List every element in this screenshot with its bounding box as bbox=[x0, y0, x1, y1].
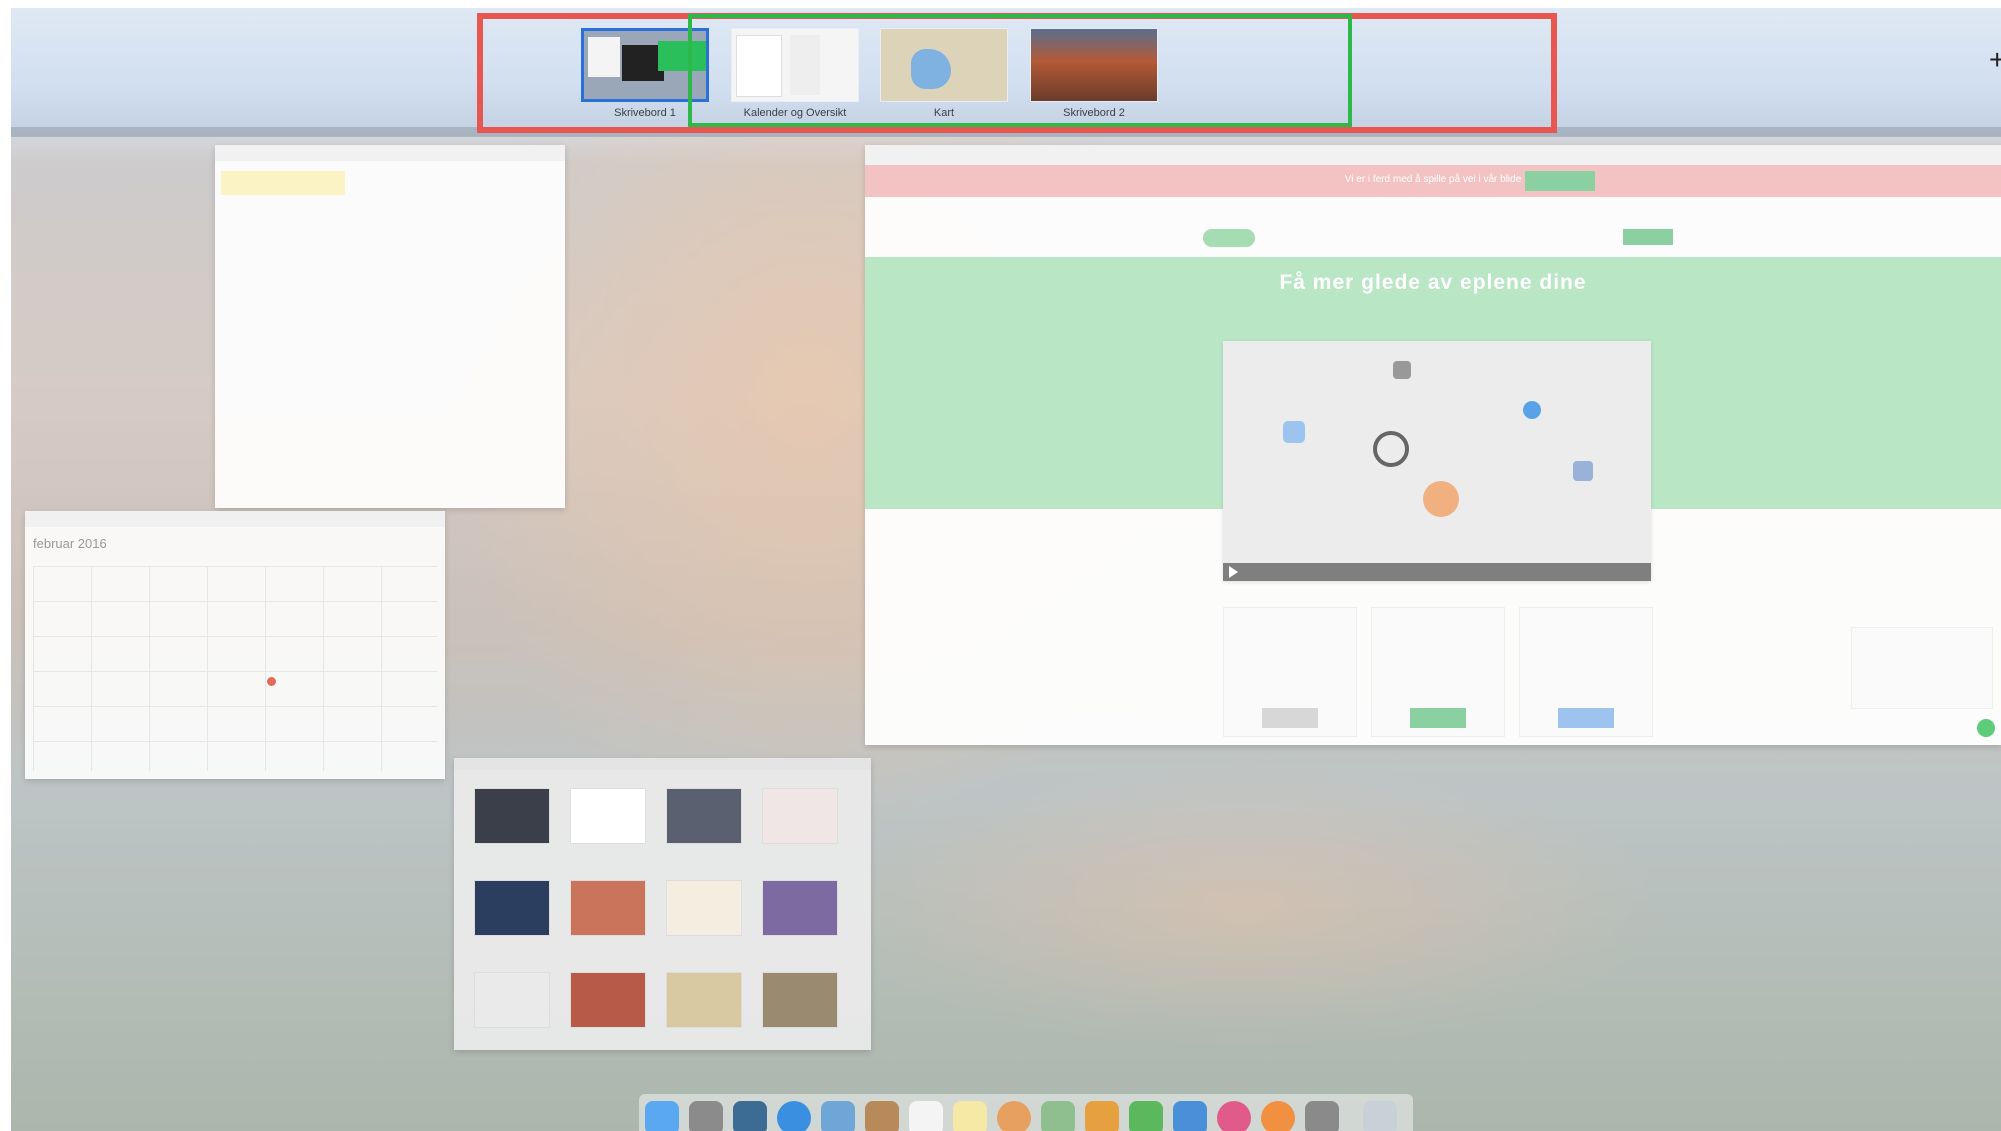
theme-tile[interactable] bbox=[762, 788, 838, 844]
system-preferences-icon[interactable] bbox=[1305, 1101, 1339, 1131]
hero-title: Få mer glede av eplene dine bbox=[1279, 271, 1587, 294]
camera-icon bbox=[1393, 361, 1411, 379]
sync-icon bbox=[1373, 431, 1409, 467]
spaces-highlight bbox=[688, 14, 1352, 127]
play-icon[interactable] bbox=[1229, 566, 1238, 578]
theme-tile[interactable] bbox=[666, 788, 742, 844]
maps-icon[interactable] bbox=[1041, 1101, 1075, 1131]
theme-tile[interactable] bbox=[474, 788, 550, 844]
finder-icon[interactable] bbox=[645, 1101, 679, 1131]
mascot-icon bbox=[1423, 481, 1459, 517]
theme-tile[interactable] bbox=[666, 972, 742, 1028]
card-button[interactable] bbox=[1410, 708, 1466, 728]
banner-button[interactable] bbox=[1525, 171, 1595, 191]
dock bbox=[639, 1094, 1413, 1131]
theme-tile[interactable] bbox=[474, 972, 550, 1028]
photos-icon[interactable] bbox=[997, 1101, 1031, 1131]
theme-tile[interactable] bbox=[474, 880, 550, 936]
calendar-icon[interactable] bbox=[909, 1101, 943, 1131]
add-space-button[interactable]: + bbox=[1989, 46, 2001, 74]
theme-tile[interactable] bbox=[570, 972, 646, 1028]
site-logo[interactable] bbox=[1203, 229, 1255, 247]
app-icon bbox=[1523, 401, 1541, 419]
calendar-grid bbox=[33, 566, 437, 771]
window-titlebar bbox=[454, 758, 871, 770]
note-item bbox=[221, 171, 345, 195]
numbers-icon[interactable] bbox=[1129, 1101, 1163, 1131]
theme-tile[interactable] bbox=[570, 880, 646, 936]
keynote-icon[interactable] bbox=[1173, 1101, 1207, 1131]
theme-tile[interactable] bbox=[762, 880, 838, 936]
keynote-theme-chooser-window[interactable] bbox=[454, 758, 871, 1050]
window-titlebar bbox=[25, 511, 445, 527]
video-controls[interactable] bbox=[1223, 563, 1651, 581]
mission-control: Skrivebord 1 Kalender og Oversikt Kart S… bbox=[11, 8, 2001, 1131]
mail-icon[interactable] bbox=[821, 1101, 855, 1131]
today-marker bbox=[267, 677, 276, 686]
trash-icon[interactable] bbox=[1363, 1101, 1397, 1131]
theme-tile[interactable] bbox=[666, 880, 742, 936]
mission-control-icon[interactable] bbox=[733, 1101, 767, 1131]
card-button[interactable] bbox=[1558, 708, 1614, 728]
safari-icon[interactable] bbox=[777, 1101, 811, 1131]
window-titlebar bbox=[215, 145, 565, 161]
notes-icon[interactable] bbox=[953, 1101, 987, 1131]
feature-card bbox=[1371, 607, 1505, 737]
card-button[interactable] bbox=[1262, 708, 1318, 728]
app-icon bbox=[1283, 421, 1305, 443]
calendar-window[interactable]: februar 2016 bbox=[25, 511, 445, 779]
chat-widget[interactable] bbox=[1851, 627, 1993, 709]
feature-card bbox=[1223, 607, 1357, 737]
calendar-month-title: februar 2016 bbox=[33, 536, 107, 551]
notes-window[interactable] bbox=[215, 145, 565, 508]
window-titlebar bbox=[865, 145, 2001, 165]
pages-icon[interactable] bbox=[1085, 1101, 1119, 1131]
app-icon bbox=[1573, 461, 1593, 481]
chat-bubble-icon[interactable] bbox=[1977, 719, 1995, 737]
theme-tile[interactable] bbox=[570, 788, 646, 844]
promo-banner-text: Vi er i ferd med å spille på vei i vår b… bbox=[1344, 174, 1522, 185]
launchpad-icon[interactable] bbox=[689, 1101, 723, 1131]
video-player[interactable] bbox=[1223, 341, 1651, 581]
ibooks-icon[interactable] bbox=[1261, 1101, 1295, 1131]
promo-banner: Vi er i ferd med å spille på vei i vår b… bbox=[865, 165, 2001, 197]
nav-cta-button[interactable] bbox=[1623, 229, 1673, 245]
feature-card bbox=[1519, 607, 1653, 737]
theme-tile[interactable] bbox=[762, 972, 838, 1028]
itunes-icon[interactable] bbox=[1217, 1101, 1251, 1131]
browser-window[interactable]: Vi er i ferd med å spille på vei i vår b… bbox=[865, 145, 2001, 745]
contacts-icon[interactable] bbox=[865, 1101, 899, 1131]
